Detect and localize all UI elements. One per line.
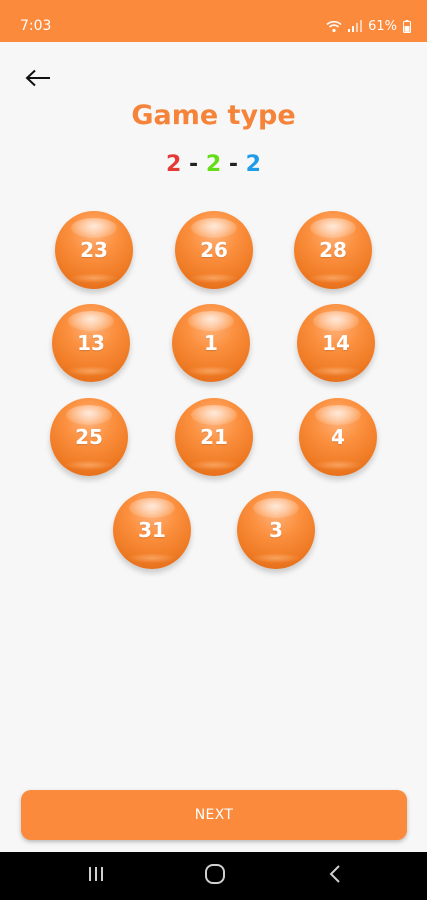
nav-back-button[interactable] [323, 864, 347, 888]
pattern-separator: - [228, 152, 238, 177]
pattern-separator: - [189, 152, 199, 177]
number-ball[interactable]: 23 [55, 211, 133, 289]
ball-number: 14 [322, 331, 350, 355]
recents-icon [87, 866, 105, 886]
system-nav-bar [0, 852, 427, 900]
ball-number: 13 [77, 331, 105, 355]
arrow-left-icon [25, 69, 51, 91]
status-bar: 7:03 61% [0, 0, 427, 42]
recents-button[interactable] [84, 864, 108, 888]
ball-number: 23 [80, 238, 108, 262]
ball-number: 1 [204, 331, 218, 355]
page-title: Game type [131, 100, 296, 131]
status-time: 7:03 [20, 18, 52, 34]
battery-percent: 61% [368, 18, 397, 34]
number-ball[interactable]: 13 [52, 304, 130, 382]
home-icon [204, 863, 226, 889]
ball-number: 31 [138, 518, 166, 542]
number-ball[interactable]: 28 [294, 211, 372, 289]
number-ball[interactable]: 21 [175, 398, 253, 476]
battery-icon [403, 19, 411, 33]
back-button[interactable] [20, 64, 56, 96]
number-ball[interactable]: 4 [299, 398, 377, 476]
number-ball[interactable]: 26 [175, 211, 253, 289]
number-ball[interactable]: 31 [113, 491, 191, 569]
ball-number: 3 [269, 518, 283, 542]
game-pattern: 2 - 2 - 2 [0, 150, 427, 180]
number-ball[interactable]: 25 [50, 398, 128, 476]
number-ball[interactable]: 3 [237, 491, 315, 569]
back-icon [328, 864, 342, 888]
ball-number: 25 [75, 425, 103, 449]
ball-number: 21 [200, 425, 228, 449]
number-ball[interactable]: 1 [172, 304, 250, 382]
ball-number: 4 [331, 425, 345, 449]
pattern-digit-1: 2 [166, 152, 182, 177]
signal-icon [348, 20, 363, 32]
pattern-digit-3: 2 [245, 152, 261, 177]
home-button[interactable] [203, 864, 227, 888]
ball-number: 26 [200, 238, 228, 262]
wifi-icon [326, 20, 342, 33]
ball-number: 28 [319, 238, 347, 262]
status-icons: 61% [326, 17, 411, 35]
number-ball[interactable]: 14 [297, 304, 375, 382]
next-button[interactable]: NEXT [21, 790, 407, 840]
pattern-digit-2: 2 [205, 152, 222, 177]
